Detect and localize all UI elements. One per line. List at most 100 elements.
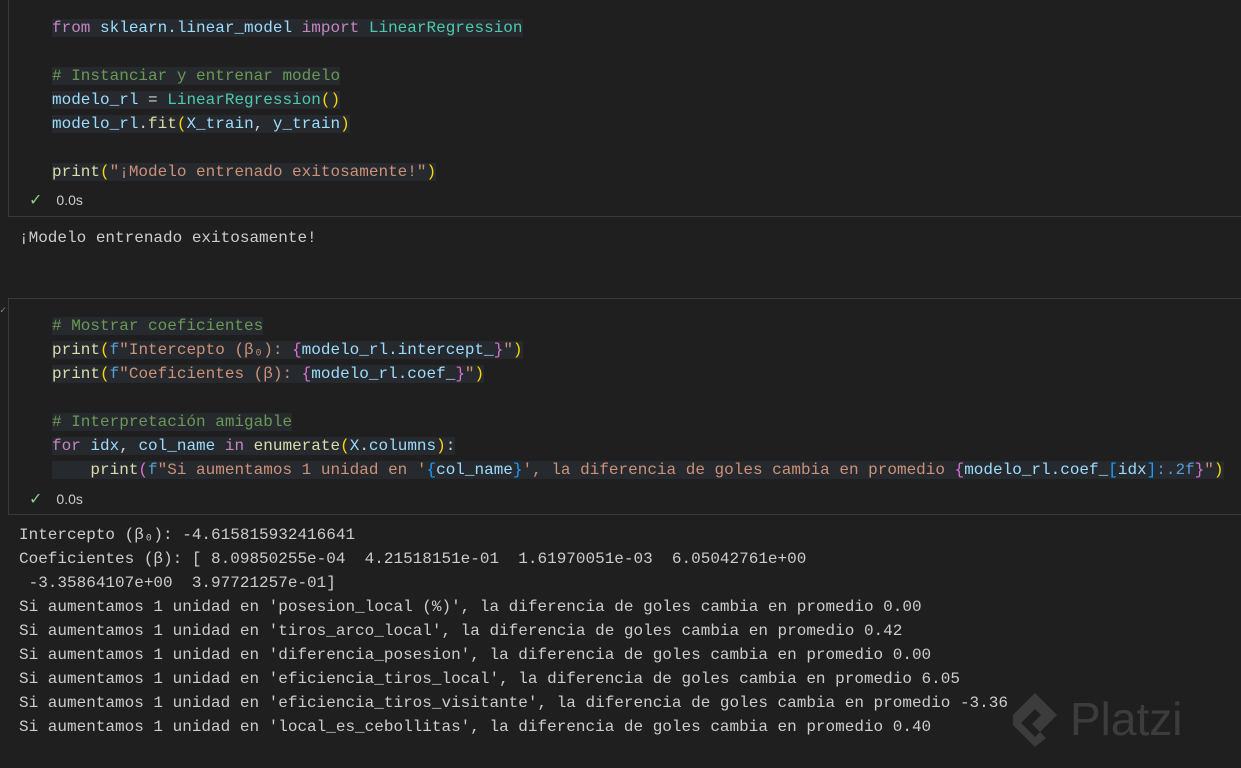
code-token: col_name — [436, 461, 513, 479]
cell-marker-icon: ✓ — [0, 306, 7, 317]
code-line: # Mostrar coeficientes — [52, 314, 1224, 338]
code-token: modelo_rl — [52, 91, 139, 109]
code-token: ( — [340, 437, 350, 455]
code-token: modelo_rl — [52, 115, 139, 133]
code-token: import — [301, 19, 360, 37]
code-token: " — [1204, 461, 1214, 479]
code-token: "¡Modelo entrenado exitosamente!" — [109, 163, 427, 181]
code-token: col_name — [138, 437, 216, 455]
code-token: LinearRegression — [167, 91, 321, 109]
output-line: ¡Modelo entrenado exitosamente! — [19, 229, 317, 247]
code-token: ( — [176, 115, 187, 133]
code-line: print(f"Si aumentamos 1 unidad en '{col_… — [52, 458, 1224, 482]
code-token: = — [138, 91, 168, 109]
code-token: ) — [436, 437, 446, 455]
code-token: print — [52, 365, 101, 383]
code-token: y_train — [272, 115, 341, 133]
code-token: () — [320, 91, 341, 109]
code-token: columns — [368, 437, 437, 455]
code-token: ) — [426, 163, 437, 181]
code-token: :.2f — [1156, 461, 1195, 479]
code-token: print — [52, 341, 101, 359]
code-token: ) — [474, 365, 485, 383]
platzi-watermark: Platzi — [1010, 690, 1182, 748]
execution-time: 0.0s — [56, 491, 83, 507]
code-token: ( — [138, 461, 149, 479]
code-token: ) — [1213, 461, 1224, 479]
output-line: Si aumentamos 1 unidad en 'eficiencia_ti… — [19, 694, 1008, 712]
code-token: ( — [100, 365, 110, 383]
output-line: Intercepto (β₀): -4.615815932416641 — [19, 526, 356, 544]
check-icon: ✓ — [29, 192, 43, 209]
code-token: ] — [1146, 461, 1157, 479]
code-token: f — [109, 365, 120, 383]
code-token: ( — [100, 341, 110, 359]
code-token: ( — [100, 163, 110, 181]
code-line: print(f"Intercepto (β₀): {modelo_rl.inte… — [52, 338, 1224, 362]
code-token: "Coeficientes (β): — [119, 365, 302, 383]
code-token: . — [359, 437, 369, 455]
code-line: print("¡Modelo entrenado exitosamente!") — [52, 160, 523, 184]
code-editor[interactable]: from sklearn.linear_model import LinearR… — [52, 16, 523, 184]
execution-status: ✓ 0.0s — [29, 489, 83, 509]
code-token: idx — [1117, 461, 1147, 479]
code-token: f — [148, 461, 158, 479]
cell-output: Intercepto (β₀): -4.615815932416641 Coefi… — [19, 523, 1008, 739]
code-line: from sklearn.linear_model import LinearR… — [52, 16, 523, 40]
code-token: " — [503, 341, 513, 359]
code-token: # Instanciar y entrenar modelo — [52, 67, 341, 85]
code-token: modelo_rl.coef_ — [964, 461, 1109, 479]
code-token: " — [464, 365, 475, 383]
code-line: for idx, col_name in enumerate(X.columns… — [52, 434, 1224, 458]
code-token: from — [52, 19, 91, 37]
code-token: X_train — [186, 115, 254, 133]
code-token: enumerate — [253, 437, 341, 455]
code-cell-1[interactable]: from sklearn.linear_model import LinearR… — [8, 0, 1241, 217]
code-cell-2[interactable]: # Mostrar coeficientes print(f"Intercepto… — [8, 298, 1241, 515]
output-line: Si aumentamos 1 unidad en 'tiros_arco_lo… — [19, 622, 903, 640]
code-line: modelo_rl = LinearRegression() — [52, 88, 523, 112]
code-token: } — [493, 341, 504, 359]
code-line: modelo_rl.fit(X_train, y_train) — [52, 112, 523, 136]
code-token: ) — [340, 115, 350, 133]
platzi-logo-icon — [1013, 693, 1057, 747]
output-line: Si aumentamos 1 unidad en 'eficiencia_ti… — [19, 670, 960, 688]
code-token: print — [52, 163, 101, 181]
code-line: # Instanciar y entrenar modelo — [52, 64, 523, 88]
code-token: LinearRegression — [368, 19, 523, 37]
code-token: { — [292, 341, 302, 359]
output-line: Coeficientes (β): [ 8.09850255e-04 4.215… — [19, 550, 807, 568]
code-token: modelo_rl.intercept_ — [301, 341, 494, 359]
code-token: print — [90, 461, 139, 479]
code-editor[interactable]: # Mostrar coeficientes print(f"Intercepto… — [52, 314, 1224, 482]
code-token: } — [512, 461, 523, 479]
output-line: Si aumentamos 1 unidad en 'local_es_cebo… — [19, 718, 932, 736]
code-token: modelo_rl.coef_ — [311, 365, 456, 383]
code-token: "Intercepto (β₀): — [119, 341, 293, 359]
code-token: sklearn.linear_model — [100, 19, 293, 37]
output-line: Si aumentamos 1 unidad en 'posesion_loca… — [19, 598, 922, 616]
code-token: { — [954, 461, 965, 479]
code-token: X — [349, 437, 360, 455]
code-token: { — [426, 461, 437, 479]
code-token: [ — [1108, 461, 1118, 479]
code-line: print(f"Coeficientes (β): {modelo_rl.coe… — [52, 362, 1224, 386]
code-token: { — [301, 365, 312, 383]
code-token: # Mostrar coeficientes — [52, 317, 264, 335]
code-token: , — [253, 115, 273, 133]
execution-status: ✓ 0.0s — [29, 190, 83, 210]
code-token: ', la diferencia de goles cambia en prom… — [522, 461, 955, 479]
code-token: } — [455, 365, 465, 383]
code-token: } — [1194, 461, 1205, 479]
code-token: for — [52, 437, 81, 455]
